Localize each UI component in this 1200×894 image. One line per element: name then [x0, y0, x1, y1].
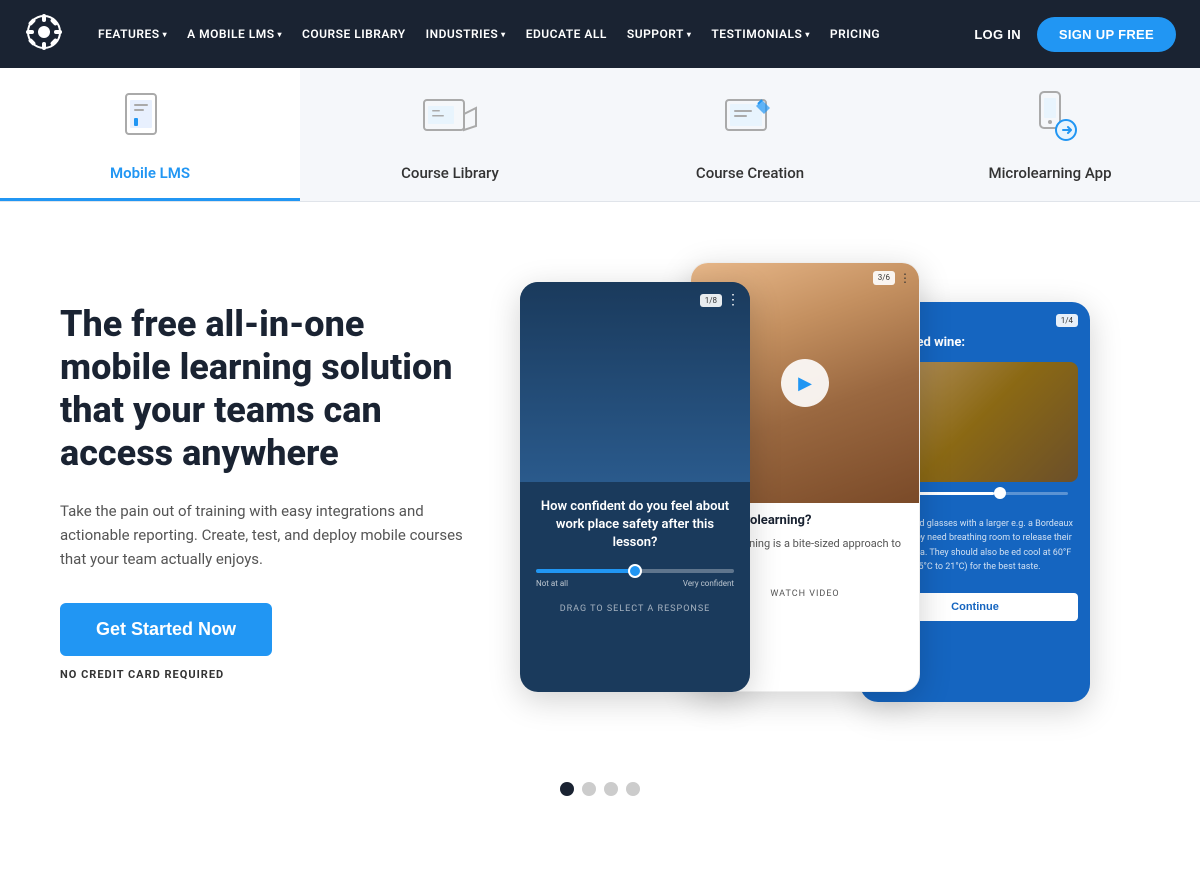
nav-support[interactable]: SUPPORT ▾: [617, 27, 702, 41]
card1-topbar: 1/8 ⋮: [700, 292, 740, 308]
card1-header: 1/8 ⋮: [520, 282, 750, 482]
pagination-dot-2[interactable]: [582, 782, 596, 796]
hero-title: The free all-in-one mobile learning solu…: [60, 303, 480, 476]
course-creation-label: Course Creation: [696, 164, 804, 182]
navigation: FEATURES ▾ A MOBILE LMS ▾ COURSE LIBRARY…: [0, 0, 1200, 68]
hero-section: The free all-in-one mobile learning solu…: [0, 202, 1200, 762]
microlearning-icon: [1018, 88, 1082, 152]
course-library-icon: [418, 88, 482, 152]
pagination: [0, 762, 1200, 826]
tab-course-creation[interactable]: Course Creation: [600, 68, 900, 201]
card1-badge: 1/8: [700, 294, 722, 307]
card1-slider[interactable]: [536, 569, 734, 573]
hero-text: The free all-in-one mobile learning solu…: [60, 303, 480, 682]
feature-tabs: Mobile LMS Course Library Cours: [0, 68, 1200, 202]
nav-pricing[interactable]: PRICING: [820, 27, 890, 41]
card1-body: How confident do you feel about work pla…: [520, 482, 750, 630]
nav-actions: LOG IN SIGN UP FREE: [974, 17, 1176, 52]
nav-testimonials[interactable]: TESTIMONIALS ▾: [701, 27, 819, 41]
mobile-lms-label: Mobile LMS: [110, 164, 190, 182]
course-creation-icon: [718, 88, 782, 152]
card2-overlay: 3/6 ⋮: [873, 271, 911, 285]
card1-drag-label: DRAG TO SELECT A RESPONSE: [536, 604, 734, 614]
tab-microlearning[interactable]: Microlearning App: [900, 68, 1200, 201]
card1-menu-icon: ⋮: [726, 292, 740, 308]
mobile-lms-icon: [118, 88, 182, 152]
cta-button[interactable]: Get Started Now: [60, 603, 272, 656]
microlearning-label: Microlearning App: [988, 164, 1111, 182]
pagination-dot-4[interactable]: [626, 782, 640, 796]
card3-slider-thumb: [994, 487, 1006, 499]
nav-links: FEATURES ▾ A MOBILE LMS ▾ COURSE LIBRARY…: [88, 27, 974, 41]
card1-label-left: Not at all: [536, 579, 568, 588]
card3-badge: 1/4: [1056, 314, 1078, 327]
hero-description: Take the pain out of training with easy …: [60, 499, 480, 571]
card2-badge: 3/6: [873, 271, 895, 285]
logo[interactable]: [24, 12, 64, 56]
card1-question: How confident do you feel about work pla…: [536, 498, 734, 553]
tab-course-library[interactable]: Course Library: [300, 68, 600, 201]
card2-play-button[interactable]: ▶: [781, 359, 829, 407]
tab-mobile-lms[interactable]: Mobile LMS: [0, 68, 300, 201]
card1-slider-thumb: [628, 564, 642, 578]
pagination-dot-1[interactable]: [560, 782, 574, 796]
card1-slider-labels: Not at all Very confident: [536, 579, 734, 588]
no-credit-card-label: NO CREDIT CARD REQUIRED: [60, 668, 480, 681]
nav-course-library[interactable]: COURSE LIBRARY: [292, 27, 416, 41]
nav-industries[interactable]: INDUSTRIES ▾: [416, 27, 516, 41]
phone-card-quiz: 1/8 ⋮ How confident do you feel about wo…: [520, 282, 750, 692]
nav-mobile-lms[interactable]: A MOBILE LMS ▾: [177, 27, 292, 41]
login-button[interactable]: LOG IN: [974, 27, 1021, 42]
hero-visual: 1/8 ⋮ How confident do you feel about wo…: [520, 262, 1140, 722]
course-library-label: Course Library: [401, 164, 499, 182]
nav-features[interactable]: FEATURES ▾: [88, 27, 177, 41]
pagination-dot-3[interactable]: [604, 782, 618, 796]
card1-label-right: Very confident: [683, 579, 734, 588]
signup-button[interactable]: SIGN UP FREE: [1037, 17, 1176, 52]
nav-educate-all[interactable]: EDUCATE ALL: [516, 27, 617, 41]
